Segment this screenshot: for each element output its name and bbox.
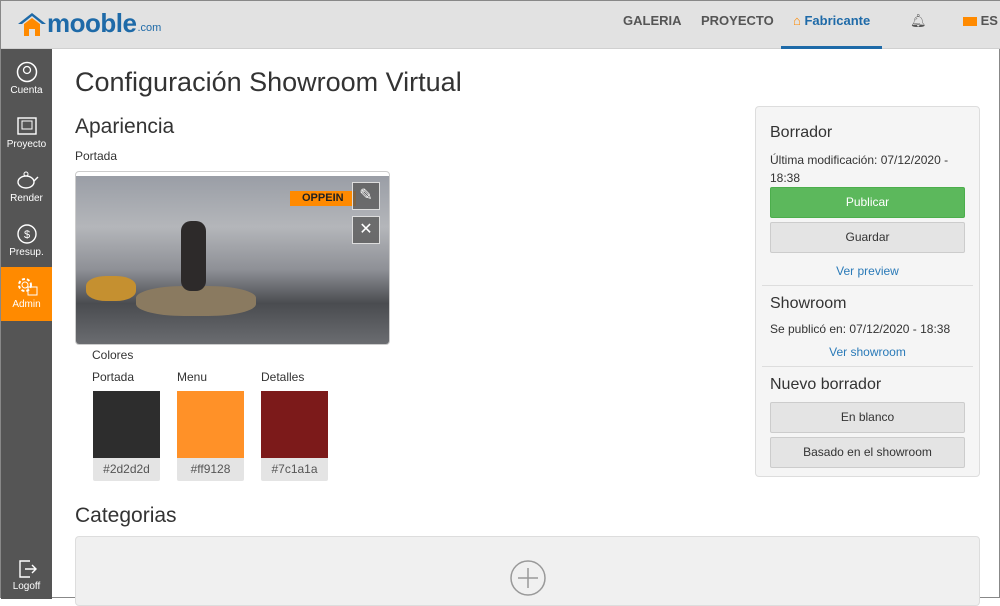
showroom-heading: Showroom (770, 295, 847, 312)
house-logo-icon (18, 13, 46, 36)
dollar-icon: $ (16, 224, 37, 244)
ver-preview-link[interactable]: Ver preview (756, 264, 979, 278)
home-icon: ⌂ (793, 13, 801, 28)
sidebar-label: Proyecto (6, 139, 47, 150)
cover-brand-logo: OPPEIN (290, 191, 356, 206)
color-label-detalles: Detalles (261, 370, 305, 384)
close-icon: ✕ (359, 221, 373, 238)
published-text: Se publicó en: 07/12/2020 - 18:38 (770, 322, 951, 336)
sidebar-label: Presup. (9, 247, 44, 258)
remove-cover-button[interactable]: ✕ (352, 216, 380, 244)
cover-image-preview: OPPEIN ✎ ✕ (75, 171, 390, 345)
categories-area (75, 536, 980, 606)
top-bar: mooble .com GALERIA PROYECTO ⌂ Fabricant… (1, 1, 1000, 49)
color-swatch[interactable] (93, 391, 160, 458)
active-tab-indicator (781, 46, 882, 49)
gear-icon (17, 278, 37, 296)
flag-es-icon (963, 17, 977, 27)
user-icon (16, 61, 37, 83)
color-hex: #2d2d2d (103, 462, 150, 476)
edit-cover-button[interactable]: ✎ (352, 182, 380, 210)
colores-label: Colores (92, 348, 134, 362)
color-picker-detalles[interactable]: #7c1a1a (261, 391, 328, 481)
color-picker-menu[interactable]: #ff9128 (177, 391, 244, 481)
language-label: ES (980, 13, 998, 28)
nav-proyecto[interactable]: PROYECTO (701, 13, 774, 28)
logo-suffix: .com (137, 22, 162, 34)
logo[interactable]: mooble .com (17, 9, 161, 37)
page-title: Configuración Showroom Virtual (75, 67, 462, 97)
color-hex: #7c1a1a (271, 462, 318, 476)
sidebar-label: Render (10, 193, 43, 204)
color-swatch[interactable] (177, 391, 244, 458)
logout-icon (18, 560, 37, 578)
logoff-button[interactable]: Logoff (1, 549, 52, 603)
pencil-icon: ✎ (359, 187, 373, 204)
sidebar-label: Cuenta (10, 85, 43, 96)
room-icon (16, 117, 37, 135)
sidebar-item-admin[interactable]: Admin (1, 267, 52, 321)
add-category-icon[interactable] (509, 559, 547, 597)
bell-icon[interactable]: 🔔︎ (910, 13, 927, 29)
divider (762, 366, 973, 367)
sidebar-item-proyecto[interactable]: Proyecto (1, 107, 52, 161)
section-apariencia: Apariencia (75, 115, 175, 138)
nuevo-borrador-heading: Nuevo borrador (770, 376, 882, 393)
nav-galeria[interactable]: GALERIA (623, 13, 682, 28)
sidebar-item-render[interactable]: Render (1, 161, 52, 215)
teapot-icon (16, 171, 38, 189)
cover-photo: OPPEIN (76, 176, 389, 344)
borrador-heading: Borrador (770, 124, 833, 141)
guardar-button[interactable]: Guardar (770, 222, 965, 253)
divider (762, 285, 973, 286)
svg-text:$: $ (23, 229, 29, 241)
language-selector[interactable]: ES (963, 13, 998, 28)
basado-showroom-button[interactable]: Basado en el showroom (770, 437, 965, 468)
nav-fabricante[interactable]: ⌂ Fabricante (793, 13, 870, 28)
ver-showroom-link[interactable]: Ver showroom (756, 345, 979, 359)
color-hex: #ff9128 (190, 462, 231, 476)
publicar-button[interactable]: Publicar (770, 187, 965, 218)
publish-panel: Borrador Última modificación: 07/12/2020… (755, 106, 980, 477)
portada-label: Portada (75, 149, 118, 163)
section-categorias: Categorias (75, 504, 177, 527)
sidebar-label: Logoff (12, 581, 41, 592)
en-blanco-button[interactable]: En blanco (770, 402, 965, 433)
sidebar: Cuenta Proyecto Render $ Presup. Admin Lo… (1, 49, 52, 599)
last-modified-text: Última modificación: 07/12/2020 - 18:38 (770, 153, 949, 185)
color-picker-portada[interactable]: #2d2d2d (93, 391, 160, 481)
nav-fabricante-label: Fabricante (804, 13, 871, 28)
sidebar-label: Admin (12, 299, 41, 310)
sidebar-item-presup[interactable]: $ Presup. (1, 215, 52, 269)
color-label-menu: Menu (177, 370, 208, 384)
color-label-portada: Portada (92, 370, 135, 384)
sidebar-item-cuenta[interactable]: Cuenta (1, 53, 52, 107)
logo-text: mooble (47, 8, 137, 38)
color-swatch[interactable] (261, 391, 328, 458)
